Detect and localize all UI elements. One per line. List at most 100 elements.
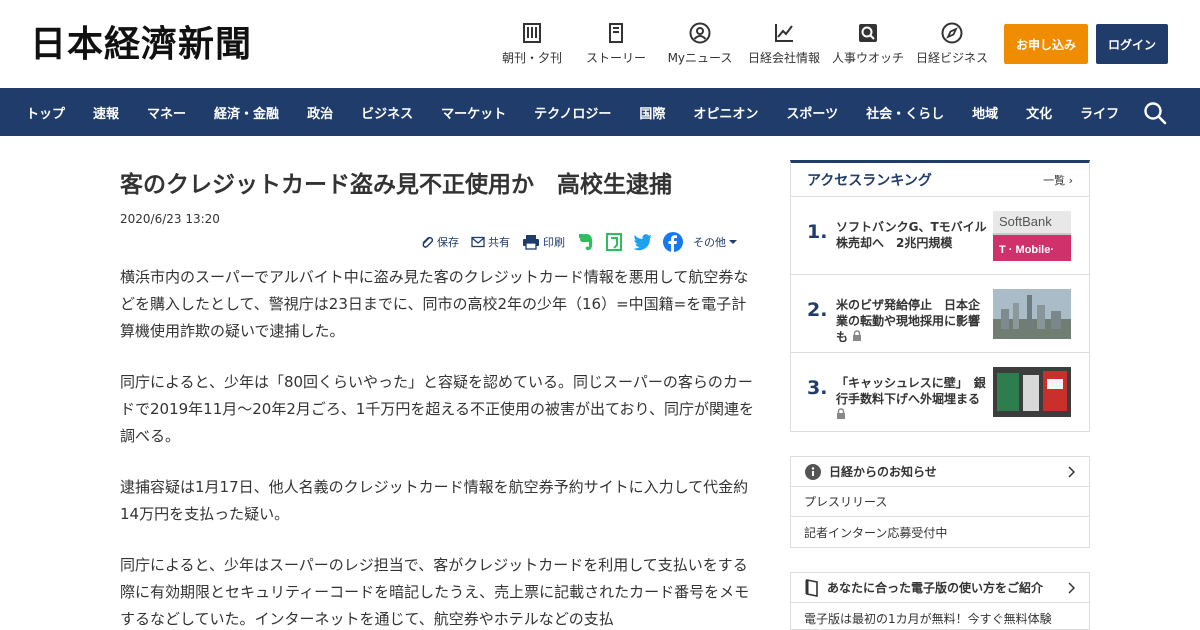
save-label: 保存 xyxy=(437,236,459,249)
header-link-label: 日経ビジネス xyxy=(915,51,988,65)
main-nav: トップ 速報 マネー 経済・金融 政治 ビジネス マーケット テクノロジー 国際… xyxy=(0,88,1200,136)
nav-item-technology[interactable]: テクノロジー xyxy=(520,103,625,122)
share-label: 共有 xyxy=(488,236,510,249)
ranking-item[interactable]: 1. ソフトバンクG、Tモバイル株売却へ 2兆円規模 SoftBank T · … xyxy=(791,197,1089,275)
intern-link[interactable]: 記者インターン応募受付中 xyxy=(791,517,1089,547)
nav-item-sports[interactable]: スポーツ xyxy=(772,103,852,122)
twitter-button[interactable] xyxy=(633,233,653,251)
article: 客のクレジットカード盗み見不正使用か 高校生逮捕 2020/6/23 13:20… xyxy=(120,160,760,628)
digital-guide-title: あなたに合った電子版の使い方をご紹介 xyxy=(827,581,1044,595)
ranking-more-label: 一覧 xyxy=(1043,173,1066,187)
ranking-item[interactable]: 3. 「キャッシュレスに壁」 銀行手数料下げへ外堀埋まる xyxy=(791,353,1089,431)
article-paragraph: 同庁によると、少年は「80回くらいやった」と容疑を認めている。同じスーパーの客ら… xyxy=(120,373,754,445)
thumb-tmobile-text: T · Mobile· xyxy=(999,244,1054,256)
newspaper-icon xyxy=(523,23,541,43)
evernote-button[interactable] xyxy=(577,232,595,252)
free-trial-link[interactable]: 電子版は最初の1カ月が無料！今すぐ無料体験 xyxy=(791,603,1089,630)
nav-item-market[interactable]: マーケット xyxy=(427,103,520,122)
twitter-icon xyxy=(633,234,652,251)
ranking-thumbnail xyxy=(993,367,1071,417)
print-label: 印刷 xyxy=(543,236,565,249)
chart-icon xyxy=(775,24,793,42)
facebook-button[interactable] xyxy=(663,232,683,252)
header-link-personnel[interactable]: 人事ウオッチ xyxy=(826,22,910,66)
article-date: 2020/6/23 13:20 xyxy=(120,212,220,226)
evernote-icon xyxy=(579,234,593,251)
header-link-mynews[interactable]: Myニュース xyxy=(658,22,742,66)
share-button[interactable]: 共有 xyxy=(471,234,510,250)
nav-item-culture[interactable]: 文化 xyxy=(1012,103,1066,122)
header-link-label: ストーリー xyxy=(585,51,646,65)
more-label: その他 xyxy=(693,236,726,249)
header-link-label: 日経会社情報 xyxy=(747,51,820,65)
ranking-item[interactable]: 2. 米のビザ発給停止 日本企業の転勤や現地採用に影響も xyxy=(791,275,1089,353)
header-link-story[interactable]: ストーリー xyxy=(574,22,658,66)
header-link-label: 人事ウオッチ xyxy=(831,51,904,65)
header-link-business[interactable]: 日経ビジネス xyxy=(910,22,994,66)
nav-item-region[interactable]: 地域 xyxy=(958,103,1012,122)
login-button[interactable]: ログイン xyxy=(1096,24,1168,64)
article-paragraph: 逮捕容疑は1月17日、他人名義のクレジットカード情報を航空券予約サイトに入力して… xyxy=(120,478,749,523)
article-title: 客のクレジットカード盗み見不正使用か 高校生逮捕 xyxy=(120,172,672,198)
nav-item-life[interactable]: ライフ xyxy=(1066,103,1133,122)
nav-item-breaking[interactable]: 速報 xyxy=(79,103,133,122)
save-button[interactable]: 保存 xyxy=(420,234,459,250)
press-release-link[interactable]: プレスリリース xyxy=(791,487,1089,517)
ranking-headline-text: 「キャッシュレスに壁」 銀行手数料下げへ外堀埋まる xyxy=(836,376,986,406)
apply-button[interactable]: お申し込み xyxy=(1004,24,1088,64)
nikkei-notice: 日経からのお知らせ プレスリリース 記者インターン応募受付中 xyxy=(790,456,1090,548)
compass-icon xyxy=(941,22,963,44)
digital-guide-box: あなたに合った電子版の使い方をご紹介 電子版は最初の1カ月が無料！今すぐ無料体験 xyxy=(790,572,1090,630)
note-button[interactable] xyxy=(605,232,623,252)
ranking-more-link[interactable]: 一覧 › xyxy=(1043,172,1073,188)
header-link-company[interactable]: 日経会社情報 xyxy=(742,22,826,66)
lock-icon xyxy=(837,408,845,419)
nav-item-top[interactable]: トップ xyxy=(12,103,79,122)
header: 日本経濟新聞 朝刊・夕刊 ストーリー Myニュース 日経会社情報 人事ウオッチ … xyxy=(0,0,1200,88)
print-button[interactable]: 印刷 xyxy=(522,234,565,250)
ranking-header: アクセスランキング 一覧 › xyxy=(791,163,1089,197)
more-share-button[interactable]: その他 xyxy=(693,234,741,250)
header-link-paper[interactable]: 朝刊・夕刊 xyxy=(490,22,574,66)
article-paragraph: 同庁によると、少年はスーパーのレジ担当で、客がクレジットカードを利用して支払いを… xyxy=(120,556,750,628)
search-icon[interactable] xyxy=(1142,100,1168,126)
mail-icon xyxy=(471,236,485,248)
ranking-number: 1. xyxy=(807,221,828,243)
nikkei-logo[interactable]: 日本経濟新聞 xyxy=(30,22,252,66)
ranking-number: 3. xyxy=(807,377,828,399)
ranking-thumbnail: SoftBank T · Mobile· xyxy=(993,211,1071,261)
note-icon xyxy=(606,233,622,251)
chevron-right-icon xyxy=(1068,466,1075,478)
notice-header[interactable]: 日経からのお知らせ xyxy=(791,457,1089,487)
caret-down-icon xyxy=(729,240,737,244)
share-toolbar: 保存 共有 印刷 その他 xyxy=(420,230,753,254)
ranking-headline: ソフトバンクG、Tモバイル株売却へ 2兆円規模 xyxy=(836,220,987,250)
lock-icon xyxy=(853,330,862,341)
bookmark-icon xyxy=(805,578,818,597)
nav-item-economy[interactable]: 経済・金融 xyxy=(200,103,293,122)
header-icon-menu: 朝刊・夕刊 ストーリー Myニュース 日経会社情報 人事ウオッチ 日経ビジネス xyxy=(490,22,994,66)
nav-item-politics[interactable]: 政治 xyxy=(293,103,347,122)
nav-item-money[interactable]: マネー xyxy=(133,103,200,122)
article-paragraph: 横浜市内のスーパーでアルバイト中に盗み見た客のクレジットカード情報を悪用して航空… xyxy=(120,268,749,340)
info-icon xyxy=(805,463,821,480)
printer-icon xyxy=(523,235,539,250)
ranking-thumbnail xyxy=(993,289,1071,339)
notice-title: 日経からのお知らせ xyxy=(829,465,937,479)
ranking-number: 2. xyxy=(807,299,828,321)
article-body: 横浜市内のスーパーでアルバイト中に盗み見た客のクレジットカード情報を悪用して航空… xyxy=(120,264,760,630)
person-search-icon xyxy=(859,24,877,42)
nav-item-opinion[interactable]: オピニオン xyxy=(679,103,772,122)
nav-item-society[interactable]: 社会・くらし xyxy=(852,103,958,122)
header-link-label: Myニュース xyxy=(667,51,733,65)
ranking-title: アクセスランキング xyxy=(807,172,932,189)
digital-guide-header[interactable]: あなたに合った電子版の使い方をご紹介 xyxy=(791,573,1089,603)
user-icon xyxy=(689,22,711,44)
header-link-label: 朝刊・夕刊 xyxy=(501,51,562,65)
ranking-headline: 「キャッシュレスに壁」 銀行手数料下げへ外堀埋まる xyxy=(836,375,988,423)
clip-icon xyxy=(422,236,434,248)
thumb-softbank-text: SoftBank xyxy=(999,214,1052,229)
facebook-icon xyxy=(663,232,683,252)
nav-item-international[interactable]: 国際 xyxy=(625,103,679,122)
nav-item-business[interactable]: ビジネス xyxy=(347,103,427,122)
